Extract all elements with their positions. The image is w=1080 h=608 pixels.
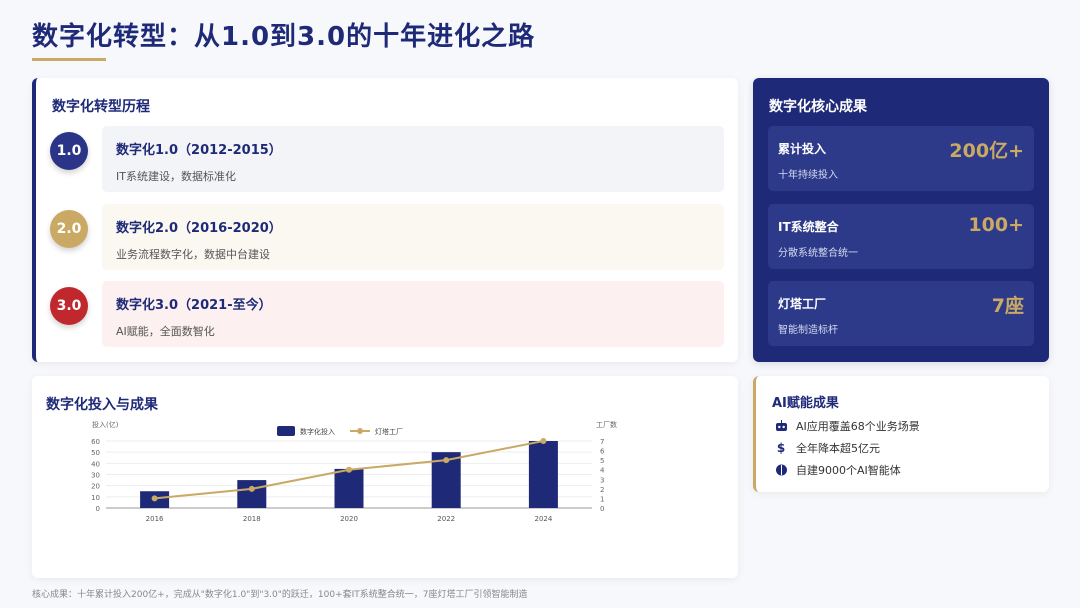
stage-box: 数字化3.0（2021-至今） AI赋能，全面数智化: [102, 281, 724, 347]
y-axis-label: 投入(亿): [92, 420, 119, 429]
stage-title: 数字化3.0（2021-至今）: [116, 298, 272, 313]
metric-investment: 累计投入 十年持续投入 200亿+: [768, 126, 1034, 191]
bar: [528, 441, 558, 508]
legend-swatch-bar: [277, 426, 295, 436]
x-tick-label: 2018: [243, 515, 261, 523]
stage-title: 数字化2.0（2016-2020）: [116, 221, 282, 236]
stage-desc: 业务流程数字化，数据中台建设: [116, 248, 270, 261]
ai-title: AI赋能成果: [772, 396, 839, 411]
metric-label: 累计投入: [778, 142, 827, 156]
y-tick-label: 30: [91, 472, 100, 480]
y-tick-label: 40: [91, 460, 100, 468]
y2-tick-label: 1: [600, 495, 604, 503]
stage-1: 1.0 数字化1.0（2012-2015） IT系统建设，数据标准化: [50, 126, 724, 192]
metric-label: 灯塔工厂: [778, 297, 827, 311]
y-tick-label: 60: [91, 438, 100, 446]
bar: [237, 480, 267, 508]
y2-axis-label: 工厂数: [596, 420, 617, 429]
line-point: [151, 495, 158, 502]
x-tick-label: 2022: [437, 515, 455, 523]
metric-value: 100+: [968, 214, 1024, 236]
y-tick-label: 0: [96, 505, 100, 513]
ai-item-text: 自建9000个AI智能体: [796, 464, 901, 477]
metric-sub: 十年持续投入: [778, 170, 838, 181]
combo-chart: 0 10 20 30 40 50 60 0 12 34 56 7 投入(亿) 工厂数 2016 2018 202…: [91, 420, 617, 523]
metric-label: IT系统整合: [778, 220, 839, 234]
ai-item-text: 全年降本超5亿元: [796, 442, 880, 455]
chart-card: 数字化投入与成果 0 10 20 30 40 50 60 0 1 2 3 4 5 6 7 投入(亿) 工厂数 20…: [32, 376, 738, 578]
stage-badge: 2.0: [50, 210, 88, 248]
title-underline: [32, 58, 106, 61]
legend-label: 灯塔工厂: [375, 427, 403, 436]
footer-note: 核心成果：十年累计投入200亿+，完成从"数字化1.0"到"3.0"的跃迁，10…: [32, 590, 528, 600]
page-title: 数字化转型：从1.0到3.0的十年进化之路: [32, 22, 536, 52]
bar: [334, 468, 364, 508]
legend-label: 数字化投入: [300, 427, 335, 436]
y-tick-label: 50: [91, 449, 100, 457]
stage-box: 数字化1.0（2012-2015） IT系统建设，数据标准化: [102, 126, 724, 192]
timeline-card: 数字化转型历程 1.0 数字化1.0（2012-2015） IT系统建设，数据标…: [32, 78, 738, 362]
stage-desc: AI赋能，全面数智化: [116, 325, 215, 338]
metric-value: 200亿+: [949, 140, 1024, 162]
brain-icon: [774, 463, 788, 477]
achievements-title: 数字化核心成果: [769, 99, 867, 115]
y2-tick-label: 3: [600, 476, 604, 484]
metric-sub: 分散系统整合统一: [778, 248, 858, 259]
line-point: [248, 485, 255, 492]
line-point: [443, 457, 450, 464]
dollar-icon: $: [776, 441, 786, 455]
stage-desc: IT系统建设，数据标准化: [116, 170, 236, 183]
ai-item: 自建9000个AI智能体: [774, 462, 901, 478]
ai-item-text: AI应用覆盖68个业务场景: [796, 420, 920, 433]
y2-tick-label: 7: [600, 438, 604, 446]
metric-it-systems: IT系统整合 分散系统整合统一 100+: [768, 204, 1034, 269]
x-tick-label: 2016: [146, 515, 164, 523]
y-tick-label: 20: [91, 483, 100, 491]
robot-icon: [774, 419, 788, 433]
y2-tick-label: 2: [600, 486, 604, 494]
metric-lighthouse: 灯塔工厂 智能制造标杆 7座: [768, 281, 1034, 346]
legend-swatch-point: [357, 428, 363, 434]
stage-box: 数字化2.0（2016-2020） 业务流程数字化，数据中台建设: [102, 204, 724, 270]
stage-3: 3.0 数字化3.0（2021-至今） AI赋能，全面数智化: [50, 281, 724, 347]
line-point: [540, 438, 547, 444]
y2-tick-label: 4: [600, 467, 605, 475]
stage-title: 数字化1.0（2012-2015）: [116, 143, 282, 158]
x-tick-label: 2024: [534, 515, 552, 523]
stage-badge: 3.0: [50, 287, 88, 325]
stage-2: 2.0 数字化2.0（2016-2020） 业务流程数字化，数据中台建设: [50, 204, 724, 270]
ai-item: AI应用覆盖68个业务场景: [774, 418, 920, 434]
metric-sub: 智能制造标杆: [778, 325, 838, 336]
ai-card: AI赋能成果 AI应用覆盖68个业务场景 $ 全年降本超5亿元 自建9000个A…: [753, 376, 1049, 492]
y2-tick-label: 6: [600, 448, 605, 456]
ai-item: $ 全年降本超5亿元: [774, 440, 880, 456]
y-tick-label: 10: [91, 494, 100, 502]
stage-badge: 1.0: [50, 132, 88, 170]
line-point: [346, 466, 352, 473]
x-tick-label: 2020: [340, 515, 358, 523]
metric-value: 7座: [991, 295, 1024, 317]
y2-tick-label: 0: [600, 505, 604, 513]
timeline-title: 数字化转型历程: [52, 99, 150, 115]
achievements-card: 数字化核心成果 累计投入 十年持续投入 200亿+ IT系统整合 分散系统整合统…: [753, 78, 1049, 362]
y2-tick-label: 5: [600, 457, 604, 465]
